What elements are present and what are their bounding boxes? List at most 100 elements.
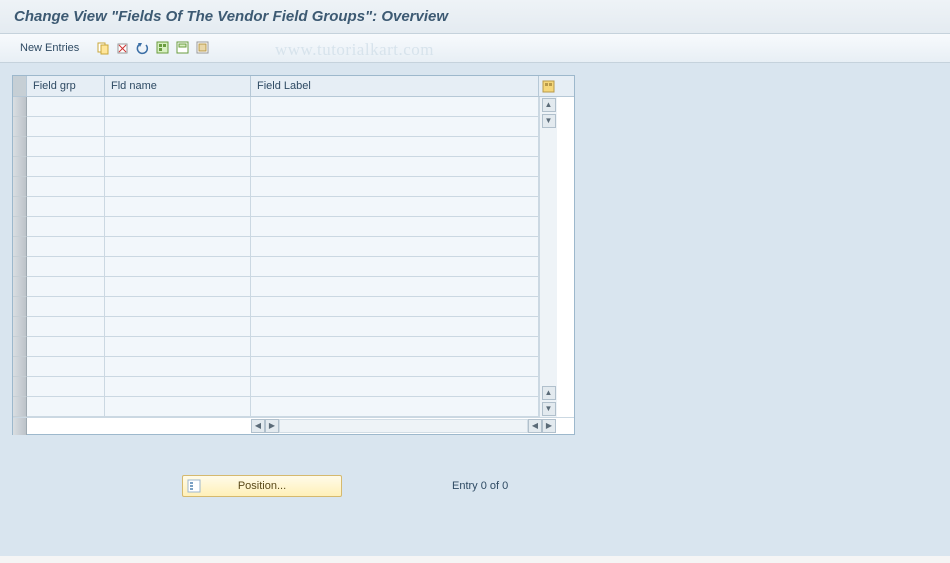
table-row[interactable] [13,117,539,137]
cell-field-label[interactable] [251,357,539,377]
cell-fld-name[interactable] [105,137,251,157]
hscroll-track[interactable] [279,419,528,433]
cell-fld-name[interactable] [105,197,251,217]
cell-fld-name[interactable] [105,177,251,197]
cell-field-grp[interactable] [27,157,105,177]
table-row[interactable] [13,277,539,297]
table-row[interactable] [13,317,539,337]
select-block-icon[interactable] [175,40,191,56]
cell-field-grp[interactable] [27,297,105,317]
cell-fld-name[interactable] [105,397,251,417]
row-handle[interactable] [13,237,27,257]
table-row[interactable] [13,217,539,237]
cell-field-grp[interactable] [27,317,105,337]
table-row[interactable] [13,377,539,397]
copy-icon[interactable] [95,40,111,56]
delete-icon[interactable] [115,40,131,56]
cell-field-grp[interactable] [27,197,105,217]
row-handle[interactable] [13,257,27,277]
row-handle[interactable] [13,97,27,117]
table-row[interactable] [13,297,539,317]
undo-icon[interactable] [135,40,151,56]
horizontal-scrollbar[interactable]: ◀ ▶ ◀ ▶ [13,417,574,434]
row-handle[interactable] [13,317,27,337]
cell-fld-name[interactable] [105,357,251,377]
row-handle[interactable] [13,277,27,297]
table-row[interactable] [13,337,539,357]
row-handle[interactable] [13,157,27,177]
cell-field-label[interactable] [251,217,539,237]
scroll-down2-icon[interactable]: ▼ [542,402,556,416]
cell-field-grp[interactable] [27,237,105,257]
cell-field-grp[interactable] [27,137,105,157]
cell-field-label[interactable] [251,297,539,317]
row-handle[interactable] [13,397,27,417]
cell-field-grp[interactable] [27,97,105,117]
cell-field-grp[interactable] [27,357,105,377]
cell-field-grp[interactable] [27,117,105,137]
cell-field-label[interactable] [251,157,539,177]
cell-fld-name[interactable] [105,317,251,337]
table-row[interactable] [13,97,539,117]
table-row[interactable] [13,397,539,417]
table-row[interactable] [13,257,539,277]
cell-field-grp[interactable] [27,397,105,417]
position-button[interactable]: Position... [182,475,342,497]
cell-field-grp[interactable] [27,177,105,197]
table-row[interactable] [13,357,539,377]
cell-field-grp[interactable] [27,337,105,357]
row-handle[interactable] [13,117,27,137]
cell-field-label[interactable] [251,177,539,197]
row-handle[interactable] [13,217,27,237]
cell-fld-name[interactable] [105,237,251,257]
cell-fld-name[interactable] [105,117,251,137]
row-handle[interactable] [13,177,27,197]
cell-field-label[interactable] [251,397,539,417]
scroll-right-icon[interactable]: ▶ [265,419,279,433]
deselect-icon[interactable] [195,40,211,56]
table-row[interactable] [13,137,539,157]
row-handle[interactable] [13,197,27,217]
select-all-icon[interactable] [155,40,171,56]
cell-field-label[interactable] [251,277,539,297]
column-header-fld-name[interactable]: Fld name [105,76,251,96]
cell-field-label[interactable] [251,337,539,357]
row-handle[interactable] [13,377,27,397]
column-header-field-grp[interactable]: Field grp [27,76,105,96]
row-handle[interactable] [13,137,27,157]
row-handle[interactable] [13,337,27,357]
scroll-down-icon[interactable]: ▼ [542,114,556,128]
column-header-field-label[interactable]: Field Label [251,76,539,96]
cell-fld-name[interactable] [105,217,251,237]
cell-field-label[interactable] [251,257,539,277]
cell-field-label[interactable] [251,377,539,397]
row-handle[interactable] [13,297,27,317]
table-row[interactable] [13,197,539,217]
row-handle[interactable] [13,357,27,377]
cell-field-grp[interactable] [27,217,105,237]
cell-field-label[interactable] [251,237,539,257]
cell-field-grp[interactable] [27,257,105,277]
scroll-left-icon[interactable]: ◀ [251,419,265,433]
cell-fld-name[interactable] [105,277,251,297]
cell-fld-name[interactable] [105,297,251,317]
table-row[interactable] [13,237,539,257]
cell-field-label[interactable] [251,317,539,337]
table-row[interactable] [13,177,539,197]
new-entries-button[interactable]: New Entries [14,40,85,56]
cell-fld-name[interactable] [105,257,251,277]
cell-field-label[interactable] [251,97,539,117]
cell-fld-name[interactable] [105,337,251,357]
scroll-left2-icon[interactable]: ◀ [528,419,542,433]
cell-fld-name[interactable] [105,377,251,397]
cell-field-label[interactable] [251,197,539,217]
vertical-scrollbar[interactable]: ▲ ▼ ▲ ▼ [539,97,557,417]
cell-field-label[interactable] [251,137,539,157]
cell-fld-name[interactable] [105,97,251,117]
scroll-right2-icon[interactable]: ▶ [542,419,556,433]
scroll-up2-icon[interactable]: ▲ [542,386,556,400]
table-config-icon[interactable] [539,76,557,96]
cell-fld-name[interactable] [105,157,251,177]
scroll-up-icon[interactable]: ▲ [542,98,556,112]
cell-field-grp[interactable] [27,377,105,397]
